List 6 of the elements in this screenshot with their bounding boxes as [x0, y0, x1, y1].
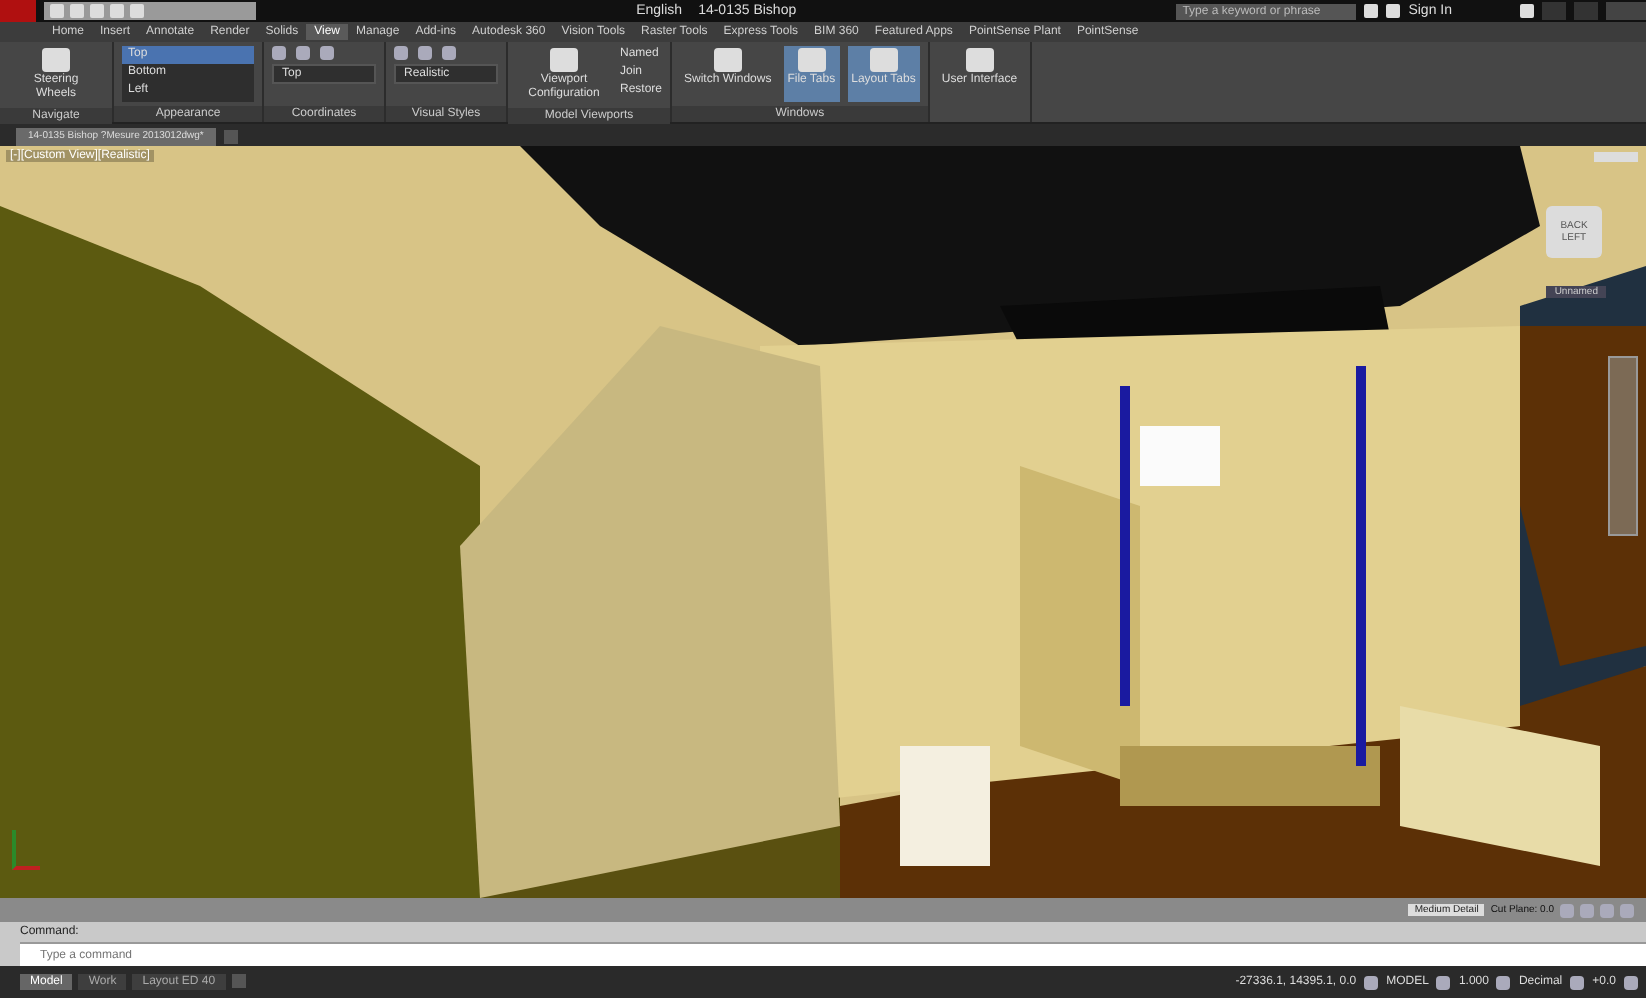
app-logo-icon[interactable] — [0, 0, 36, 22]
navigation-bar[interactable] — [1608, 356, 1638, 536]
close-button[interactable] — [1606, 2, 1646, 20]
maximize-button[interactable] — [1574, 2, 1598, 20]
ucs-axes-icon — [12, 830, 40, 870]
minimize-button[interactable] — [1542, 2, 1566, 20]
